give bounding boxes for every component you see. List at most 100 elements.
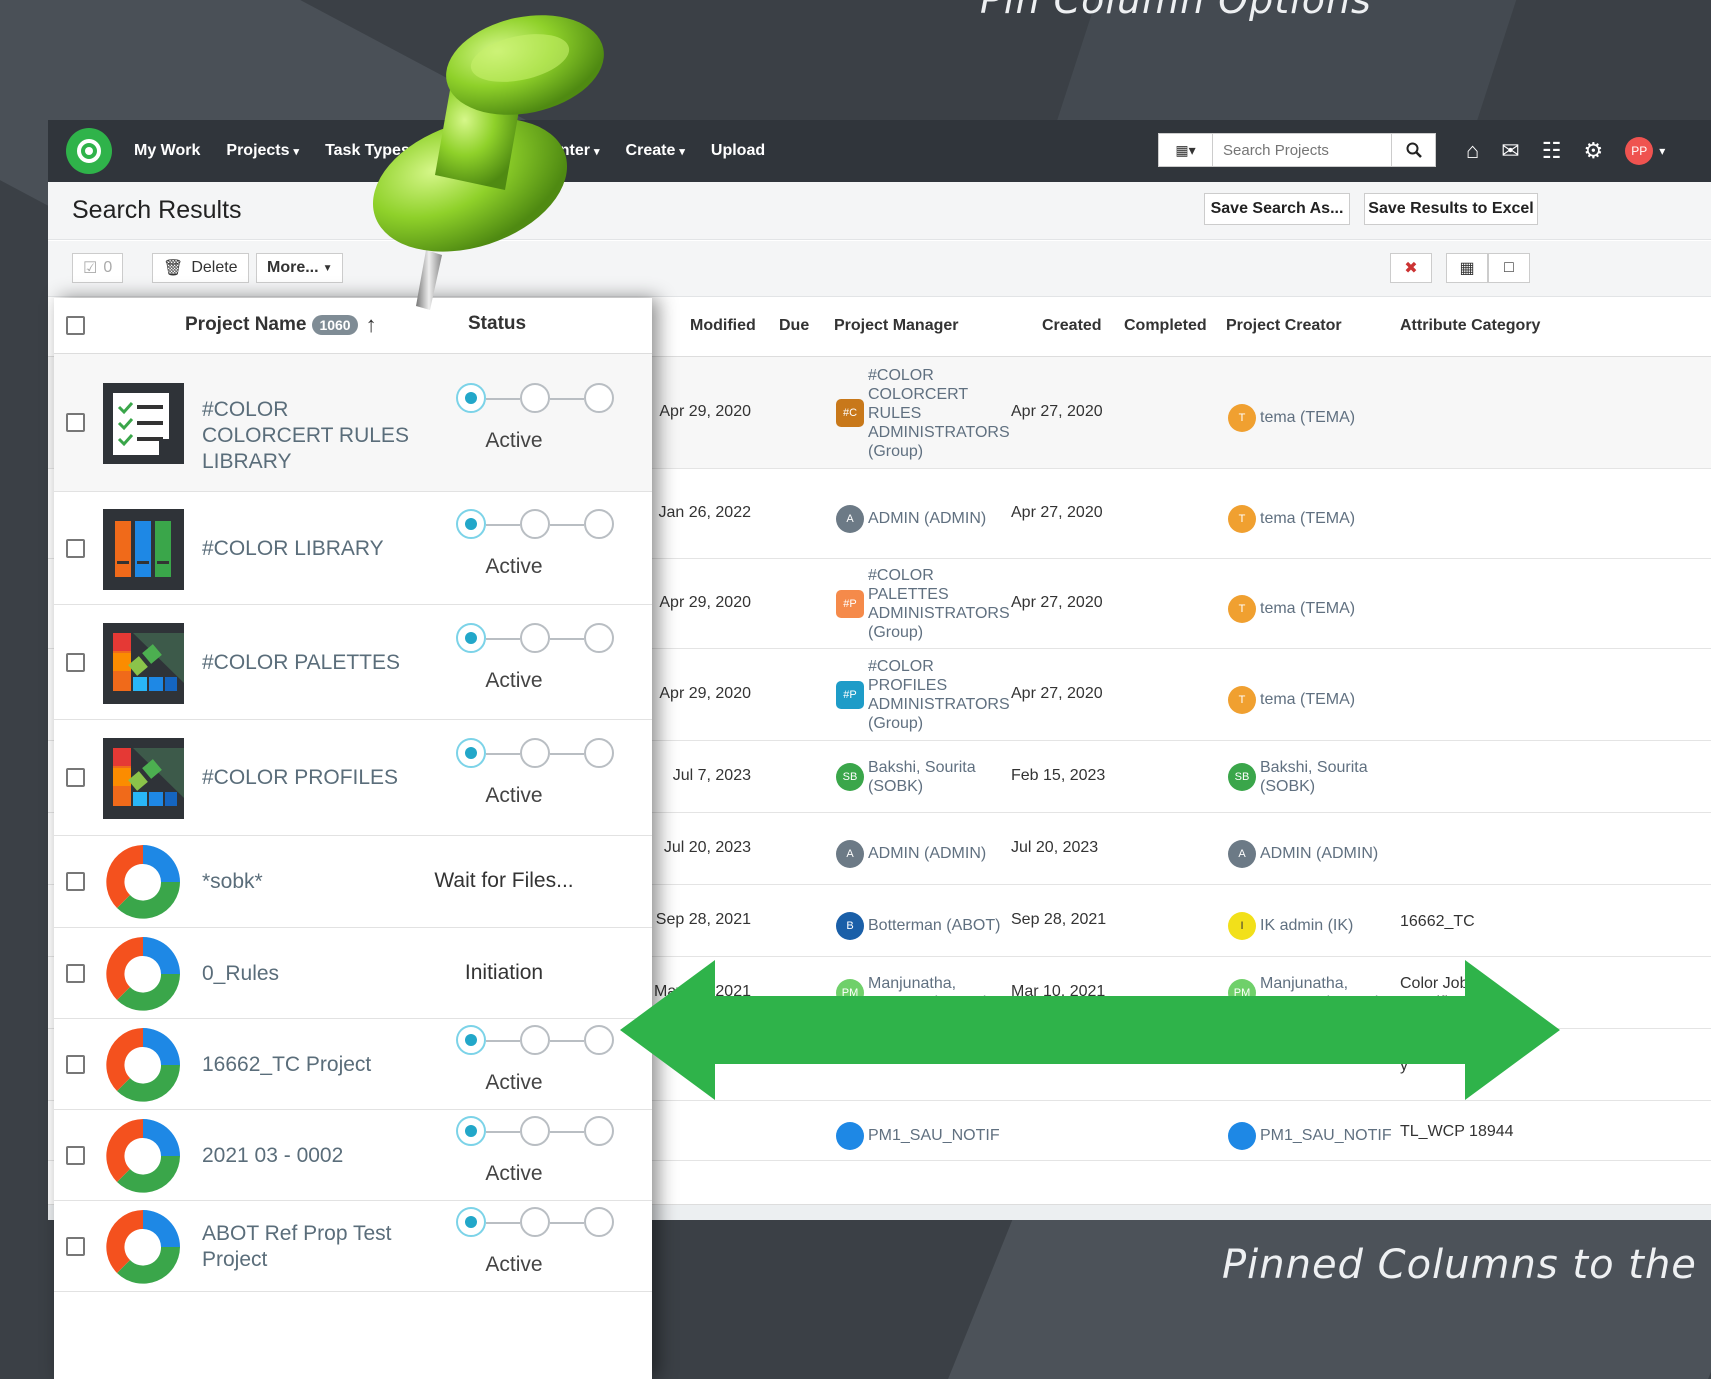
project-manager-line[interactable]: #COLOR: [868, 566, 1010, 585]
stepper-line[interactable]: [550, 753, 584, 755]
creator-avatar[interactable]: T: [1228, 685, 1256, 714]
stepper-line[interactable]: [486, 637, 520, 640]
cell-created[interactable]: Apr 27, 2020: [1011, 504, 1103, 522]
manager-avatar[interactable]: #C: [836, 399, 864, 427]
row-checkbox[interactable]: [66, 1236, 85, 1256]
project-creator-line[interactable]: IK admin (IK): [1260, 916, 1353, 935]
project-manager-cell[interactable]: #C #COLOR COLORCERT RULES ADMINISTRATORS (Gro…: [836, 366, 1010, 461]
stepper-step[interactable]: [520, 1206, 550, 1237]
cell-created[interactable]: Sep 28, 2021: [1011, 911, 1106, 929]
pinned-row[interactable]: #COLOR PROFILES Active: [54, 720, 652, 836]
project-creator-cell[interactable]: A ADMIN (ADMIN): [1228, 839, 1378, 868]
project-manager-name[interactable]: PM1_SAU_NOTIF: [868, 1126, 1000, 1145]
creator-avatar[interactable]: A: [1228, 839, 1256, 868]
stepper-step[interactable]: [520, 622, 550, 653]
nav-item[interactable]: Projects ▾: [226, 142, 299, 160]
stepper-step[interactable]: [584, 1206, 614, 1237]
project-thumbnail-palette[interactable]: [103, 738, 184, 819]
selected-count-button[interactable]: ☑ 0: [72, 253, 124, 283]
project-creator-line[interactable]: tema (TEMA): [1260, 599, 1355, 618]
attribute-line[interactable]: 16662_TC: [1400, 912, 1475, 931]
user-avatar[interactable]: PP: [1625, 137, 1654, 165]
stepper-step[interactable]: [584, 508, 614, 539]
project-creator-cell[interactable]: I IK admin (IK): [1228, 911, 1353, 940]
cell-modified[interactable]: Jul 20, 2023: [664, 839, 751, 857]
project-name-link[interactable]: #COLOR LIBRARY: [202, 536, 422, 562]
manager-avatar[interactable]: A: [836, 839, 864, 868]
cart-icon[interactable]: ☷: [1542, 138, 1562, 164]
project-manager-line[interactable]: ADMIN (ADMIN): [868, 509, 986, 528]
nav-item-label[interactable]: Upload: [711, 142, 765, 159]
project-creator-line[interactable]: PM1_SAU_NOTIF: [1260, 1126, 1392, 1145]
manager-avatar[interactable]: #P: [836, 681, 864, 709]
project-name-link[interactable]: #COLOR PROFILES: [202, 765, 422, 791]
project-name-link[interactable]: *sobk*: [202, 869, 422, 895]
stepper-step[interactable]: [584, 622, 614, 653]
status-label[interactable]: Active: [424, 1053, 604, 1095]
project-manager-cell[interactable]: #P #COLOR PROFILES ADMINISTRATORS (Group): [836, 657, 1010, 733]
project-creator-name[interactable]: ADMIN (ADMIN): [1260, 844, 1378, 863]
project-creator-name[interactable]: IK admin (IK): [1260, 916, 1353, 935]
pinned-row[interactable]: *sobk* Wait for Files...: [54, 836, 652, 928]
cell-created[interactable]: Feb 15, 2023: [1011, 767, 1105, 785]
creator-avatar[interactable]: T: [1228, 504, 1256, 533]
cell-created[interactable]: Apr 27, 2020: [1011, 685, 1103, 703]
cell-modified[interactable]: Jul 7, 2023: [673, 767, 751, 785]
cell-modified[interactable]: Apr 29, 2020: [659, 685, 751, 703]
project-manager-line[interactable]: (Group): [868, 714, 1010, 733]
project-manager-line[interactable]: (SOBK): [868, 777, 976, 796]
pinned-row[interactable]: 2021 03 - 0002 Active: [54, 1110, 652, 1201]
project-creator-line[interactable]: tema (TEMA): [1260, 408, 1355, 427]
project-manager-name[interactable]: Bakshi, Sourita (SOBK): [868, 758, 976, 796]
project-manager-name[interactable]: #COLOR PROFILES ADMINISTRATORS (Group): [868, 657, 1010, 733]
project-creator-cell[interactable]: Ttema (TEMA): [1228, 685, 1355, 714]
cell-modified[interactable]: Sep 28, 2021: [656, 911, 751, 929]
stepper-step[interactable]: [520, 738, 550, 768]
row-checkbox[interactable]: [66, 413, 85, 432]
nav-item[interactable]: Upload: [711, 142, 765, 160]
header-project-manager[interactable]: Project Manager: [834, 317, 958, 335]
image-view-button[interactable]: ✖: [1390, 253, 1432, 283]
project-name-link[interactable]: 0_Rules: [202, 961, 422, 987]
nav-item-label[interactable]: Projects: [226, 142, 289, 159]
stepper-step[interactable]: [520, 383, 550, 413]
project-manager-line[interactable]: (Group): [868, 442, 1010, 461]
app-logo-icon[interactable]: [66, 128, 112, 174]
project-name-link[interactable]: 16662_TC Project: [202, 1052, 422, 1078]
project-manager-line[interactable]: PROFILES: [868, 676, 1010, 695]
project-manager-cell[interactable]: #P #COLOR PALETTES ADMINISTRATORS (Group): [836, 566, 1010, 642]
stepper-step[interactable]: [456, 508, 486, 539]
cell-created[interactable]: Jul 20, 2023: [1011, 839, 1098, 857]
project-thumbnail-checklist[interactable]: [103, 383, 184, 464]
stepper-step[interactable]: [456, 622, 486, 653]
status-label[interactable]: Active: [424, 651, 604, 693]
nav-item-label[interactable]: My Work: [134, 142, 200, 159]
project-manager-line[interactable]: RULES: [868, 404, 1010, 423]
project-creator-name[interactable]: tema (TEMA): [1260, 599, 1355, 618]
project-thumbnail-lifecycle[interactable]: [103, 1207, 184, 1288]
project-name-link[interactable]: #COLOR COLORCERT RULES LIBRARY: [202, 397, 422, 475]
project-creator-line[interactable]: tema (TEMA): [1260, 690, 1355, 709]
row-checkbox[interactable]: [66, 1145, 85, 1165]
stepper-step[interactable]: [584, 1115, 614, 1146]
stepper-step[interactable]: [520, 508, 550, 539]
project-manager-cell[interactable]: A ADMIN (ADMIN): [836, 839, 986, 868]
status-label[interactable]: Active: [424, 1144, 604, 1186]
save-search-button[interactable]: Save Search As...: [1204, 193, 1350, 225]
manager-avatar[interactable]: A: [836, 504, 864, 533]
manager-avatar[interactable]: B: [836, 911, 864, 940]
project-manager-line[interactable]: (Group): [868, 623, 1010, 642]
stepper-line[interactable]: [550, 1130, 584, 1133]
pinned-row[interactable]: 0_Rules Initiation: [54, 928, 652, 1019]
pinned-row[interactable]: #COLOR COLORCERT RULES LIBRARY Active: [54, 354, 652, 492]
stepper-step[interactable]: [520, 1115, 550, 1146]
stepper-line[interactable]: [550, 523, 584, 526]
project-creator-cell[interactable]: SB Bakshi, Sourita (SOBK): [1228, 758, 1368, 796]
project-manager-line[interactable]: PALETTES: [868, 585, 1010, 604]
stepper-line[interactable]: [550, 1039, 584, 1042]
row-checkbox[interactable]: [66, 872, 85, 891]
stepper-line[interactable]: [486, 1039, 520, 1042]
chevron-down-icon[interactable]: ▾: [1659, 144, 1665, 158]
project-manager-line[interactable]: ADMINISTRATORS: [868, 695, 1010, 714]
project-creator-name[interactable]: Bakshi, Sourita (SOBK): [1260, 758, 1368, 796]
